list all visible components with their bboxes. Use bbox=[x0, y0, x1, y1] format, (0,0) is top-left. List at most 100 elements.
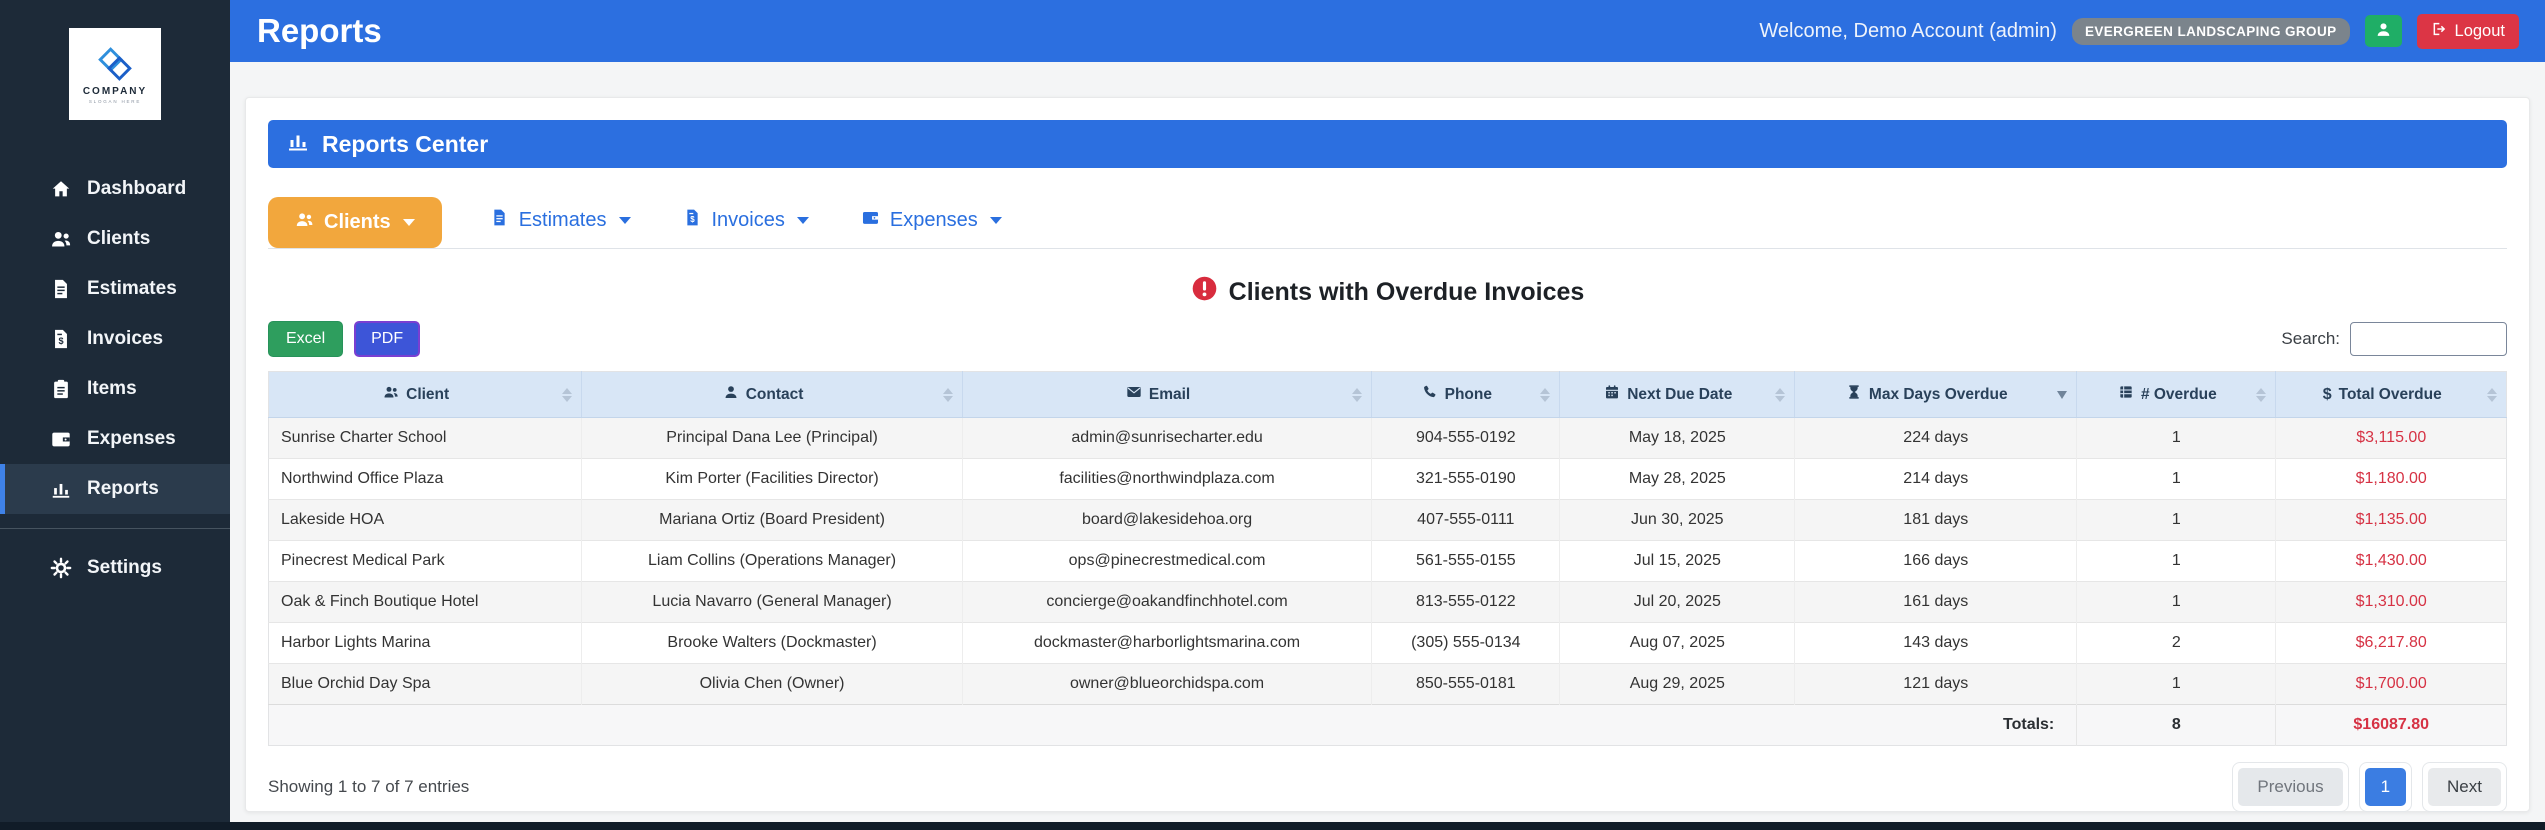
logout-button[interactable]: Logout bbox=[2416, 13, 2519, 49]
sort-icon bbox=[1352, 387, 1363, 402]
sidebar-item-expenses[interactable]: Expenses bbox=[0, 414, 230, 464]
tab-expenses[interactable]: Expenses bbox=[857, 196, 1006, 248]
column-label: # Overdue bbox=[2140, 385, 2217, 403]
sidebar-item-settings[interactable]: Settings bbox=[0, 543, 230, 593]
cell-num-overdue: 1 bbox=[2076, 417, 2276, 459]
dollar-icon: $ bbox=[2322, 385, 2332, 403]
sidebar-item-label: Estimates bbox=[87, 278, 177, 299]
sidebar-item-label: Reports bbox=[87, 478, 159, 499]
column-label: Total Overdue bbox=[2338, 385, 2442, 403]
totals-total-overdue: $16087.80 bbox=[2275, 704, 2507, 746]
cell-total-overdue: $1,135.00 bbox=[2275, 499, 2507, 541]
table-row: Lakeside HOA Mariana Ortiz (Board Preside… bbox=[268, 499, 2507, 541]
caret-down-icon bbox=[402, 219, 415, 226]
totals-label: Totals: bbox=[268, 704, 2077, 746]
cell-max-days-overdue: 121 days bbox=[1794, 663, 2077, 705]
cell-num-overdue: 1 bbox=[2076, 458, 2276, 500]
file-icon bbox=[490, 208, 509, 233]
sidebar-item-label: Invoices bbox=[87, 328, 164, 349]
next-page-button[interactable]: Next bbox=[2428, 768, 2501, 806]
cell-total-overdue: $1,700.00 bbox=[2275, 663, 2507, 705]
chart-bar-icon bbox=[286, 129, 310, 159]
table-body: Sunrise Charter School Principal Dana Lee… bbox=[268, 417, 2507, 705]
cell-max-days-overdue: 224 days bbox=[1794, 417, 2077, 459]
cell-phone: 813-555-0122 bbox=[1371, 581, 1560, 623]
user-profile-button[interactable] bbox=[2364, 15, 2402, 47]
pdf-export-button[interactable]: PDF bbox=[354, 321, 421, 357]
cell-num-overdue: 1 bbox=[2076, 663, 2276, 705]
column-header-email[interactable]: Email bbox=[961, 371, 1372, 418]
sidebar: COMPANY SLOGAN HERE Dashboard Clients Es… bbox=[0, 0, 230, 822]
cell-next-due-date: Aug 29, 2025 bbox=[1559, 663, 1795, 705]
tab-invoices[interactable]: $ Invoices bbox=[679, 196, 813, 248]
cell-phone: 407-555-0111 bbox=[1371, 499, 1560, 541]
cell-next-due-date: Aug 07, 2025 bbox=[1559, 622, 1795, 664]
sort-icon bbox=[1775, 387, 1786, 402]
company-logo-icon bbox=[98, 47, 132, 81]
logo-name: COMPANY bbox=[82, 86, 148, 97]
column-header-total-overdue[interactable]: $ Total Overdue bbox=[2275, 371, 2507, 418]
sidebar-item-clients[interactable]: Clients bbox=[0, 214, 230, 264]
gear-icon bbox=[50, 557, 72, 579]
search-input[interactable] bbox=[2350, 322, 2507, 356]
totals-overdue-count: 8 bbox=[2076, 704, 2276, 746]
file-icon bbox=[50, 278, 72, 300]
cell-email: owner@blueorchidspa.com bbox=[961, 663, 1372, 705]
cell-email: ops@pinecrestmedical.com bbox=[961, 540, 1372, 582]
table-row: Sunrise Charter School Principal Dana Lee… bbox=[268, 417, 2507, 459]
column-header-max-days-overdue[interactable]: Max Days Overdue bbox=[1794, 371, 2077, 418]
sidebar-item-reports[interactable]: Reports bbox=[0, 464, 230, 514]
cell-next-due-date: May 28, 2025 bbox=[1559, 458, 1795, 500]
cell-next-due-date: Jul 20, 2025 bbox=[1559, 581, 1795, 623]
reports-center-title: Reports Center bbox=[322, 130, 489, 157]
column-label: Client bbox=[406, 385, 450, 403]
envelope-icon bbox=[1126, 384, 1142, 405]
app-window: COMPANY SLOGAN HERE Dashboard Clients Es… bbox=[0, 0, 2545, 822]
sidebar-item-estimates[interactable]: Estimates bbox=[0, 264, 230, 314]
exclamation-circle-icon bbox=[1191, 275, 1218, 309]
search-label: Search: bbox=[2281, 329, 2340, 348]
tab-clients[interactable]: Clients bbox=[268, 197, 442, 248]
users-icon bbox=[50, 228, 72, 250]
hourglass-icon bbox=[1846, 384, 1862, 405]
cell-contact: Kim Porter (Facilities Director) bbox=[581, 458, 963, 500]
column-header-contact[interactable]: Contact bbox=[581, 371, 963, 418]
column-header-client[interactable]: Client bbox=[268, 371, 582, 418]
table-footer: Showing 1 to 7 of 7 entries Previous 1 N… bbox=[268, 762, 2507, 812]
sort-descending-icon bbox=[2057, 390, 2068, 399]
cell-max-days-overdue: 161 days bbox=[1794, 581, 2077, 623]
sidebar-item-invoices[interactable]: $ Invoices bbox=[0, 314, 230, 364]
column-header-phone[interactable]: Phone bbox=[1371, 371, 1560, 418]
overdue-invoices-table: Client Contact Email Phone Next Due Date… bbox=[268, 371, 2507, 746]
sidebar-item-label: Items bbox=[87, 378, 137, 399]
current-page-button[interactable]: 1 bbox=[2364, 768, 2407, 806]
export-buttons: Excel PDF bbox=[268, 321, 421, 357]
table-row: Blue Orchid Day Spa Olivia Chen (Owner) ow… bbox=[268, 663, 2507, 705]
column-header-num-overdue[interactable]: # Overdue bbox=[2076, 371, 2276, 418]
sidebar-item-items[interactable]: Items bbox=[0, 364, 230, 414]
chart-bar-icon bbox=[50, 478, 72, 500]
tab-label: Expenses bbox=[889, 209, 978, 231]
column-header-next-due-date[interactable]: Next Due Date bbox=[1559, 371, 1795, 418]
cell-client: Lakeside HOA bbox=[268, 499, 582, 541]
table-row: Oak & Finch Boutique Hotel Lucia Navarro … bbox=[268, 581, 2507, 623]
sidebar-item-dashboard[interactable]: Dashboard bbox=[0, 164, 230, 214]
org-badge: EVERGREEN LANDSCAPING GROUP bbox=[2071, 17, 2350, 45]
cell-email: facilities@northwindplaza.com bbox=[961, 458, 1372, 500]
caret-down-icon bbox=[796, 217, 809, 224]
sort-icon bbox=[1540, 387, 1551, 402]
previous-page-button[interactable]: Previous bbox=[2238, 768, 2343, 806]
tab-estimates[interactable]: Estimates bbox=[486, 196, 635, 248]
cell-total-overdue: $6,217.80 bbox=[2275, 622, 2507, 664]
cell-client: Harbor Lights Marina bbox=[268, 622, 582, 664]
excel-export-button[interactable]: Excel bbox=[268, 321, 344, 357]
cell-next-due-date: Jun 30, 2025 bbox=[1559, 499, 1795, 541]
sidebar-item-label: Clients bbox=[87, 228, 151, 249]
cell-email: admin@sunrisecharter.edu bbox=[961, 417, 1372, 459]
sort-icon bbox=[942, 387, 953, 402]
wallet-icon bbox=[50, 428, 72, 450]
users-icon bbox=[383, 384, 399, 405]
caret-down-icon bbox=[989, 217, 1002, 224]
cell-contact: Lucia Navarro (General Manager) bbox=[581, 581, 963, 623]
tab-label: Clients bbox=[324, 211, 391, 233]
